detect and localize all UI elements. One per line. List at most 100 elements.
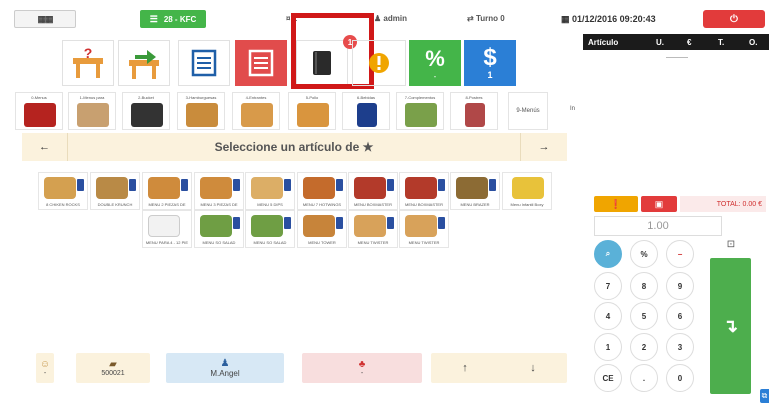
decimal-key[interactable]: . [630, 364, 658, 392]
product-tile[interactable]: MENU SO SALAD [245, 210, 295, 248]
prev-page-button[interactable]: ← [22, 133, 68, 161]
waiter-name: M.Angel [210, 369, 240, 378]
col-options: O. [749, 38, 758, 47]
category-label: 8-Postres [465, 95, 483, 100]
key-7[interactable]: 7 [594, 272, 622, 300]
product-tile[interactable]: MENU TOWER [297, 210, 347, 248]
search-key[interactable]: ⌕ [594, 240, 622, 268]
table-badge[interactable]: ☰ 28 - KFC [140, 10, 206, 28]
key-9[interactable]: 9 [666, 272, 694, 300]
product-tile[interactable]: MENU 5 DIPS [245, 172, 295, 210]
key-1[interactable]: 1 [594, 333, 622, 361]
calendar-icon: ▦ [561, 14, 570, 24]
enter-key[interactable]: ↴ [710, 258, 751, 394]
grid-menu-button[interactable]: ▦▦ [14, 10, 76, 28]
clear-key[interactable]: CE [594, 364, 622, 392]
product-name: MENU 5 DIPS [257, 202, 283, 207]
product-tile[interactable]: MENU 2 PIEZAS DE [142, 172, 192, 210]
table-question-icon: ? [73, 46, 103, 78]
table-arrow-icon [129, 50, 159, 79]
category-9-menus[interactable]: 9-Menús [508, 92, 548, 130]
product-name: MENU 3 PIEZAS DE [200, 202, 238, 207]
category-image [405, 103, 437, 127]
gift-icon: ▣ [654, 198, 664, 209]
category-image [131, 103, 163, 127]
drink-icon [438, 179, 445, 191]
category-hamburguesas[interactable]: 3-Hamburguesas [177, 92, 225, 130]
category-complementos[interactable]: 7-Complementos [396, 92, 444, 130]
product-tile[interactable]: MENU PARA 4 - 12 PIE [142, 210, 192, 248]
category-bebidas[interactable]: 6-Bebidas [342, 92, 390, 130]
external-icon: ⧉ [761, 391, 768, 400]
minus-key[interactable]: − [666, 240, 694, 268]
category-menus-para[interactable]: 1-Menus para [68, 92, 116, 130]
product-tile[interactable]: Menu Infantil Boxy [502, 172, 552, 210]
product-tile[interactable]: MENU SO SALAD [194, 210, 244, 248]
alert-icon [369, 53, 389, 73]
drink-icon [284, 217, 291, 229]
cash-drawer-button[interactable]: ⊡ [721, 236, 741, 252]
product-image [148, 177, 180, 199]
key-3[interactable]: 3 [666, 333, 694, 361]
product-name: 8 CHIKEN ROCKS [46, 202, 80, 207]
product-tile[interactable]: MENU BOXMASTER [399, 172, 449, 210]
category-image [77, 103, 109, 127]
warning-button[interactable]: ❗ [594, 196, 638, 212]
scroll-up-button[interactable]: ↑ [462, 362, 468, 374]
ticket-icon: ▰ [109, 359, 117, 370]
receipt-button[interactable] [235, 40, 287, 86]
key-2[interactable]: 2 [630, 333, 658, 361]
group-button[interactable]: ♣ - [302, 353, 422, 383]
col-article: Artículo [588, 38, 619, 47]
product-tile[interactable]: MENU BRAZER [450, 172, 500, 210]
discount-button[interactable]: % - [409, 40, 461, 86]
product-tile[interactable]: MENU 7 HOTWINGS [297, 172, 347, 210]
group-icon: ♣ [358, 359, 366, 370]
key-4[interactable]: 4 [594, 302, 622, 330]
shift-indicator: ⇄ Turno 0 [467, 14, 505, 23]
product-name: MENU TOWER [308, 240, 336, 245]
category-image [357, 103, 377, 127]
table-label: 28 - KFC [163, 14, 197, 24]
side-tab[interactable]: ⧉ [760, 389, 769, 403]
alert-button[interactable] [352, 40, 406, 86]
product-tile[interactable]: MENU TWISTER [348, 210, 398, 248]
power-icon: ⏻ [730, 13, 738, 25]
category-postres[interactable]: 8-Postres [450, 92, 498, 130]
guest-button[interactable]: ☺ - [36, 353, 54, 383]
grid-icon: ▦▦ [37, 13, 53, 24]
table-move-button[interactable] [118, 40, 170, 86]
order-table-header: Artículo U. € T. O. [583, 34, 769, 50]
waiter-button[interactable]: ♟ M.Angel [166, 353, 284, 383]
gift-button[interactable]: ▣ [641, 196, 677, 212]
product-name: MENU BOXMASTER [404, 202, 443, 207]
product-tile[interactable]: 8 CHIKEN ROCKS [38, 172, 88, 210]
key-0[interactable]: 0 [666, 364, 694, 392]
ticket-button[interactable]: ▰ 500021 [76, 353, 150, 383]
product-image [251, 215, 283, 237]
category-label: 2-Bucket [138, 95, 154, 100]
payment-button[interactable]: $ 1 [464, 40, 516, 86]
product-tile[interactable]: DOUBLE KRUNCH [90, 172, 140, 210]
list-icon: ☰ [149, 13, 158, 24]
table-help-button[interactable]: ? [62, 40, 114, 86]
percent-key[interactable]: % [630, 240, 658, 268]
category-edge[interactable]: In [552, 92, 582, 130]
order-list-button[interactable] [178, 40, 230, 86]
key-6[interactable]: 6 [666, 302, 694, 330]
product-tile[interactable]: MENU BOXMASTER [348, 172, 398, 210]
drink-icon [387, 179, 394, 191]
quantity-input[interactable]: 1.00 [594, 216, 722, 236]
category-bucket[interactable]: 2-Bucket [122, 92, 170, 130]
key-5[interactable]: 5 [630, 302, 658, 330]
category-menus[interactable]: 0-Menus [15, 92, 63, 130]
category-pollo[interactable]: 5-Pollo [288, 92, 336, 130]
scroll-down-button[interactable]: ↓ [530, 362, 536, 374]
power-button[interactable]: ⏻ [703, 10, 765, 28]
product-image [456, 177, 488, 199]
key-8[interactable]: 8 [630, 272, 658, 300]
next-page-button[interactable]: → [520, 133, 567, 161]
product-tile[interactable]: MENU TWISTER [399, 210, 449, 248]
category-entrantes[interactable]: 4-Entrantes [232, 92, 280, 130]
product-tile[interactable]: MENU 3 PIEZAS DE [194, 172, 244, 210]
